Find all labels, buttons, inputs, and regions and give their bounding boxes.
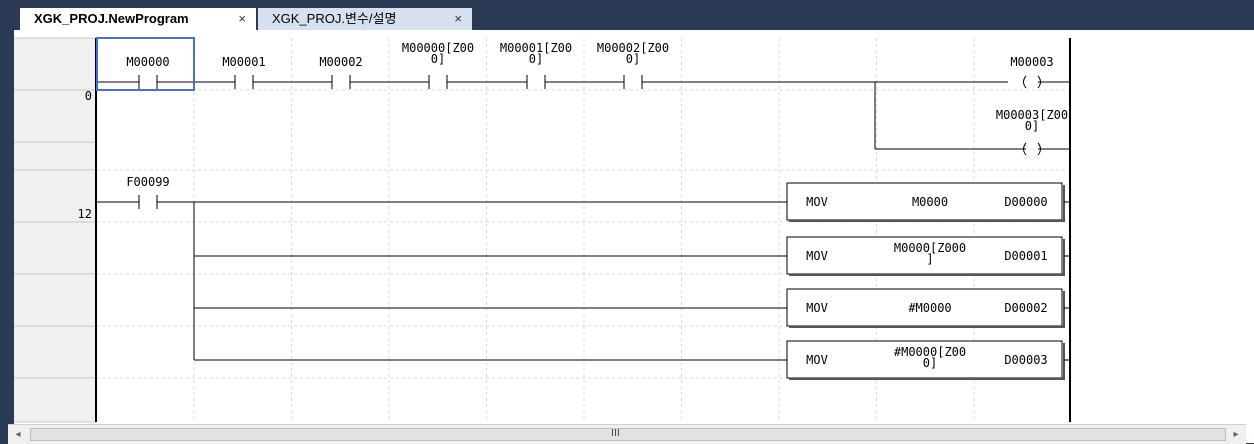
scroll-left-icon[interactable]: ◂ [8, 425, 28, 444]
contact[interactable]: M00001 [222, 55, 266, 89]
tab-label: XGK_PROJ.변수/설명 [272, 11, 397, 26]
mov-source: M0000 [912, 195, 948, 209]
function-block-mov[interactable]: MOV #M0000 D00002 [786, 288, 1070, 328]
contact[interactable]: M00000 [126, 55, 170, 89]
close-icon[interactable]: × [238, 8, 246, 30]
coil[interactable]: M00003 [1010, 55, 1054, 89]
mov-opcode: MOV [806, 249, 828, 263]
contact-label: M00000 [126, 55, 169, 69]
tab-new-program[interactable]: XGK_PROJ.NewProgram × [20, 8, 256, 30]
mov-destination: D00001 [1004, 249, 1047, 263]
function-block-mov[interactable]: MOV#M0000[Z000] D00003 [786, 340, 1070, 380]
rung-number: 0 [85, 89, 92, 103]
scroll-grip-icon: III [611, 428, 620, 439]
contact[interactable]: F00099 [126, 175, 170, 209]
coil[interactable]: M00003[Z000] [996, 108, 1068, 156]
tab-label: XGK_PROJ.NewProgram [34, 11, 189, 26]
horizontal-scrollbar[interactable]: ◂ III ▸ [8, 424, 1246, 444]
mov-opcode: MOV [806, 301, 828, 315]
coil-label: 0] [1025, 119, 1039, 133]
contact-label: 0] [626, 52, 640, 66]
mov-source: #M0000 [908, 301, 951, 315]
rung-number: 12 [78, 207, 92, 221]
function-block-mov[interactable]: MOV M0000 D00000 [786, 182, 1070, 222]
mov-source: ] [926, 252, 933, 266]
contact-label: M00002 [319, 55, 362, 69]
scroll-thumb[interactable]: III [30, 428, 1226, 441]
contact-label: M00001 [222, 55, 265, 69]
coil-label: M00003 [1010, 55, 1053, 69]
tab-bar: XGK_PROJ.NewProgram × XGK_PROJ.변수/설명 × [0, 0, 1254, 30]
contact-label: 0] [431, 52, 445, 66]
rung-0: 0M00000 M00001 M00002M00000[Z000]M00001[Z0… [85, 37, 1070, 156]
close-icon[interactable]: × [454, 8, 462, 30]
rungs: 0M00000 M00001 M00002M00000[Z000]M00001[Z0… [78, 37, 1070, 380]
scroll-right-icon[interactable]: ▸ [1226, 425, 1246, 444]
ladder-editor[interactable]: 0 M00000 M00001 M00002 M00000[Z00 0] M00001[Z0… [8, 30, 1254, 443]
rung-12: 12F00099MOV M0000 D00000MOVM0000[Z000] D000… [78, 175, 1070, 380]
mov-destination: D00002 [1004, 301, 1047, 315]
tab-variables[interactable]: XGK_PROJ.변수/설명 × [258, 8, 472, 30]
mov-destination: D00000 [1004, 195, 1047, 209]
mov-source: 0] [923, 356, 937, 370]
mov-opcode: MOV [806, 353, 828, 367]
mov-destination: D00003 [1004, 353, 1047, 367]
function-block-mov[interactable]: MOVM0000[Z000] D00001 [786, 236, 1070, 276]
contact[interactable]: M00002 [319, 55, 363, 89]
ladder-canvas[interactable]: 0M00000 M00001 M00002M00000[Z000]M00001[Z0… [8, 30, 1254, 443]
contact-label: 0] [529, 52, 543, 66]
mov-opcode: MOV [806, 195, 828, 209]
contact-label: F00099 [126, 175, 169, 189]
